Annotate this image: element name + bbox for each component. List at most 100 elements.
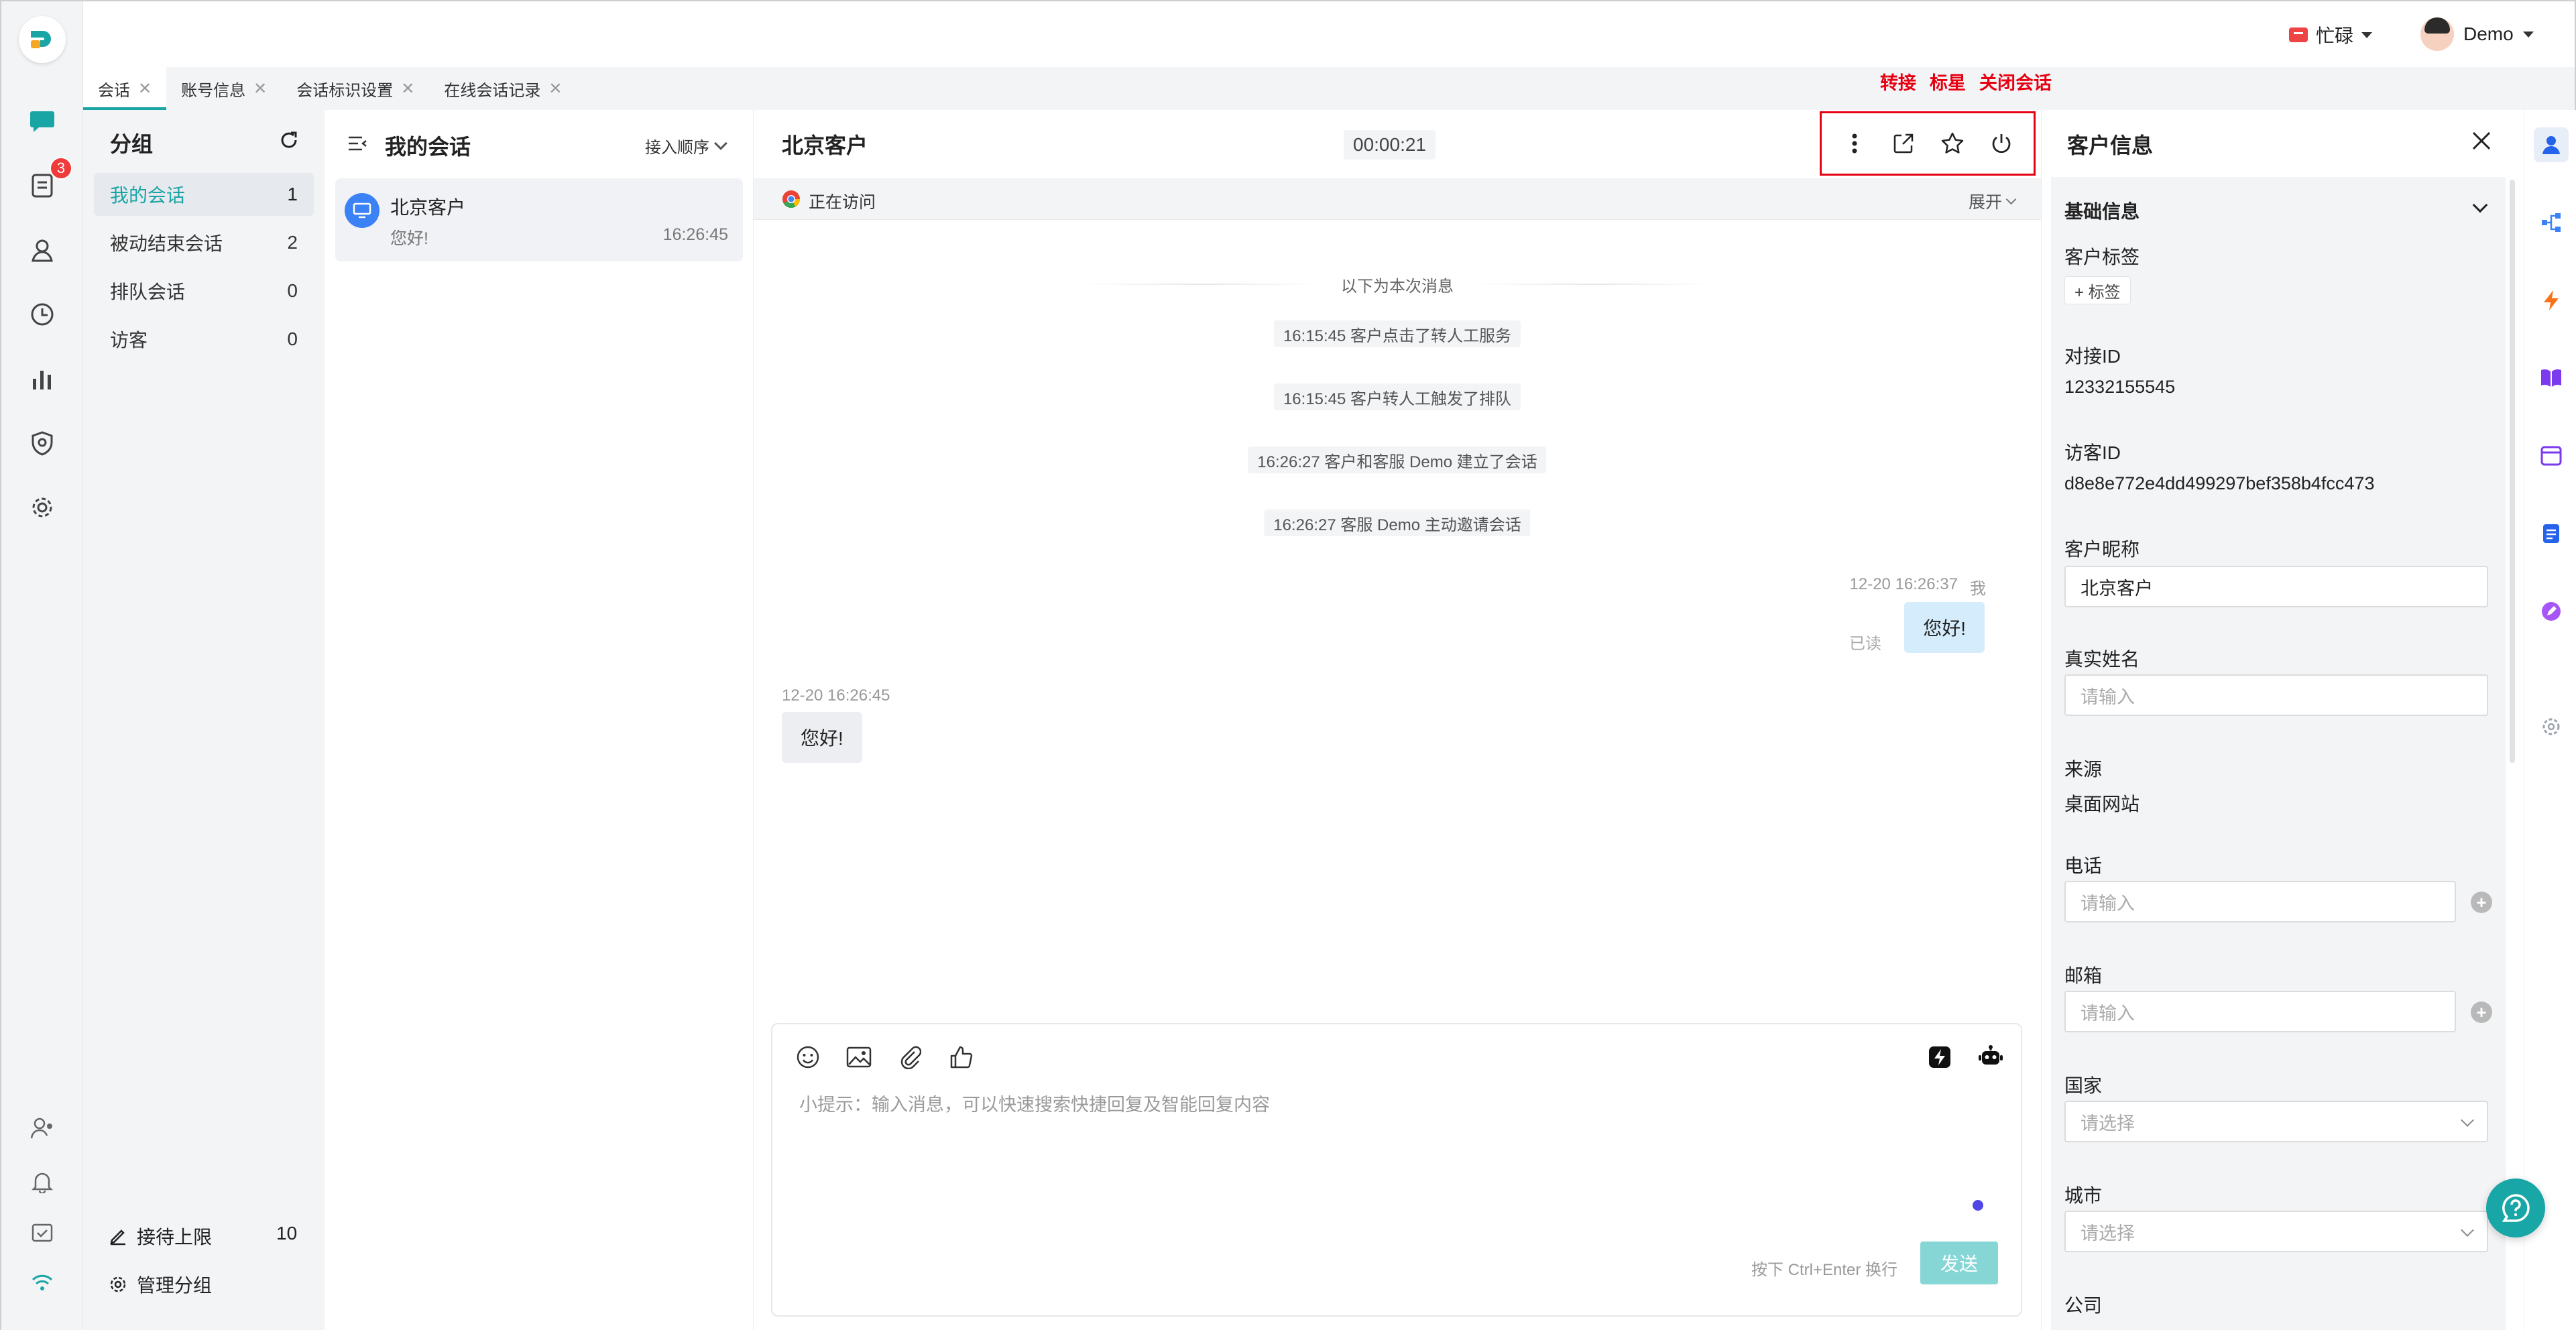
edit-icon: [110, 1229, 125, 1246]
manage-groups-button[interactable]: 管理分组: [109, 1271, 212, 1298]
caret-down-icon: [2522, 31, 2534, 38]
list-collapse-icon[interactable]: [347, 135, 367, 155]
close-icon[interactable]: [2471, 130, 2492, 155]
visitor-id-value: d8e8e772e4dd499297bef358b4fcc473: [2064, 473, 2375, 493]
group-item-visitors[interactable]: 访客 0: [94, 318, 314, 361]
conversation-name: 北京客户: [390, 197, 466, 218]
help-chat-button[interactable]: [2486, 1178, 2545, 1237]
conversation-item[interactable]: 北京客户 您好! 16:26:45: [335, 178, 743, 261]
city-select[interactable]: 请选择: [2064, 1211, 2488, 1252]
quick-reply-icon[interactable]: [1924, 1042, 1955, 1073]
field-label: 客户昵称: [2064, 539, 2140, 560]
nickname-field[interactable]: 北京客户: [2064, 566, 2488, 607]
outgoing-message-sender: 我: [1970, 580, 1986, 598]
avatar: [2420, 17, 2454, 51]
image-icon[interactable]: [843, 1042, 874, 1073]
group-item-passive-ended[interactable]: 被动结束会话 2: [94, 221, 314, 264]
wifi-icon[interactable]: [25, 1266, 59, 1299]
group-item-label: 我的会话: [110, 185, 186, 206]
ticket-badge: 3: [50, 157, 72, 180]
group-item-my-sessions[interactable]: 我的会话 1: [94, 173, 314, 216]
close-icon[interactable]: ✕: [548, 79, 562, 99]
group-item-label: 排队会话: [110, 282, 186, 302]
document-icon[interactable]: [2534, 516, 2569, 551]
robot-icon[interactable]: [1975, 1042, 2006, 1073]
flow-icon[interactable]: [2534, 205, 2569, 240]
field-label: 国家: [2064, 1075, 2103, 1096]
close-icon[interactable]: ✕: [401, 79, 414, 99]
reception-limit[interactable]: 接待上限: [109, 1223, 212, 1250]
email-field[interactable]: 请输入: [2064, 991, 2456, 1032]
visiting-bar: 正在访问 展开: [754, 178, 2041, 220]
reception-limit-label: 接待上限: [137, 1227, 213, 1248]
transfer-icon[interactable]: [1887, 127, 1920, 160]
expand-toggle[interactable]: 展开: [1969, 189, 2017, 213]
emoji-icon[interactable]: [793, 1042, 823, 1073]
scrollbar[interactable]: [2510, 180, 2515, 763]
star-icon[interactable]: [1936, 127, 1969, 160]
field-label: 公司: [2064, 1295, 2103, 1316]
group-item-queue[interactable]: 排队会话 0: [94, 269, 314, 312]
system-message: 16:26:27 客户和客服 Demo 建立了会话: [1248, 446, 1547, 473]
customer-info-icon[interactable]: [2534, 127, 2569, 162]
newline-hint: 按下 Ctrl+Enter 换行: [1751, 1261, 1898, 1279]
attachment-icon[interactable]: [894, 1042, 925, 1073]
conversation-last-message: 您好!: [390, 229, 428, 248]
agent-status-dropdown[interactable]: 忙碌: [2289, 21, 2373, 48]
field-label: 访客ID: [2064, 442, 2121, 463]
add-tag-button[interactable]: + 标签: [2064, 276, 2131, 304]
phone-field[interactable]: 请输入: [2064, 881, 2456, 922]
tab-session-tag-settings[interactable]: 会话标识设置 ✕: [282, 67, 429, 110]
sort-order-label: 接入顺序: [645, 139, 709, 157]
bell-icon[interactable]: [25, 1165, 59, 1199]
send-button[interactable]: 发送: [1920, 1242, 1998, 1284]
gear-icon: [110, 1276, 126, 1292]
pen-icon[interactable]: [2534, 594, 2569, 629]
message-input[interactable]: 小提示：输入消息，可以快速搜索快捷回复及智能回复内容: [799, 1090, 1270, 1116]
thumbs-up-icon[interactable]: [945, 1042, 976, 1073]
stats-icon[interactable]: [25, 362, 59, 396]
country-select[interactable]: 请选择: [2064, 1101, 2488, 1142]
refresh-icon[interactable]: [279, 130, 299, 154]
realname-field[interactable]: 请输入: [2064, 674, 2488, 716]
add-email-icon[interactable]: +: [2471, 1002, 2492, 1023]
group-item-count: 2: [287, 232, 298, 253]
close-icon[interactable]: ✕: [138, 79, 152, 99]
history-icon[interactable]: [25, 298, 59, 331]
annotation-star: 标星: [1930, 73, 1966, 93]
group-item-label: 访客: [110, 330, 148, 351]
system-message: 16:15:45 客户点击了转人工服务: [1273, 320, 1521, 347]
app-window: 3 忙碌 Demo 会话 ✕ 账号信息 ✕ 会话标识设置 ✕ 在线会话记录 ✕ …: [0, 0, 2576, 1330]
left-nav-rail: 3: [1, 1, 83, 1330]
knowledge-book-icon[interactable]: [2534, 361, 2569, 396]
outgoing-message-meta: 12-20 16:26:37 我: [1850, 575, 1986, 599]
customer-info-title: 客户信息: [2067, 133, 2154, 158]
conversation-list-panel: 我的会话 接入顺序 北京客户 您好! 16:26:45: [325, 110, 754, 1330]
manage-groups-label: 管理分组: [137, 1275, 213, 1296]
add-phone-icon[interactable]: +: [2471, 892, 2492, 913]
shield-icon[interactable]: [25, 426, 59, 460]
settings-gear-icon[interactable]: [25, 491, 59, 524]
task-icon[interactable]: [25, 1216, 59, 1250]
browser-window-icon[interactable]: [2534, 438, 2569, 473]
gear-icon[interactable]: [2534, 709, 2569, 744]
sort-order-dropdown[interactable]: 接入顺序: [645, 134, 727, 158]
message-composer: 小提示：输入消息，可以快速搜索快捷回复及智能回复内容 按下 Ctrl+Enter…: [771, 1023, 2022, 1317]
field-label: 对接ID: [2064, 346, 2121, 367]
more-vertical-icon[interactable]: [1838, 127, 1871, 160]
tab-session[interactable]: 会话 ✕: [83, 67, 167, 110]
power-icon[interactable]: [1985, 127, 2018, 160]
customer-icon[interactable]: [25, 233, 59, 267]
lightning-icon[interactable]: [2534, 283, 2569, 318]
incoming-message-time: 12-20 16:26:45: [782, 686, 890, 705]
user-menu[interactable]: Demo: [2420, 16, 2534, 52]
tab-label: 会话标识设置: [296, 81, 394, 100]
field-label: 客户标签: [2064, 247, 2140, 267]
session-id-value: 12332155545: [2064, 377, 2176, 397]
tab-online-session-records[interactable]: 在线会话记录 ✕: [429, 67, 577, 110]
close-icon[interactable]: ✕: [253, 79, 267, 99]
right-tool-rail: [2524, 110, 2576, 1330]
chat-icon[interactable]: [25, 105, 59, 138]
tab-account-info[interactable]: 账号信息 ✕: [166, 67, 282, 110]
agent-status-icon[interactable]: [25, 1111, 59, 1145]
